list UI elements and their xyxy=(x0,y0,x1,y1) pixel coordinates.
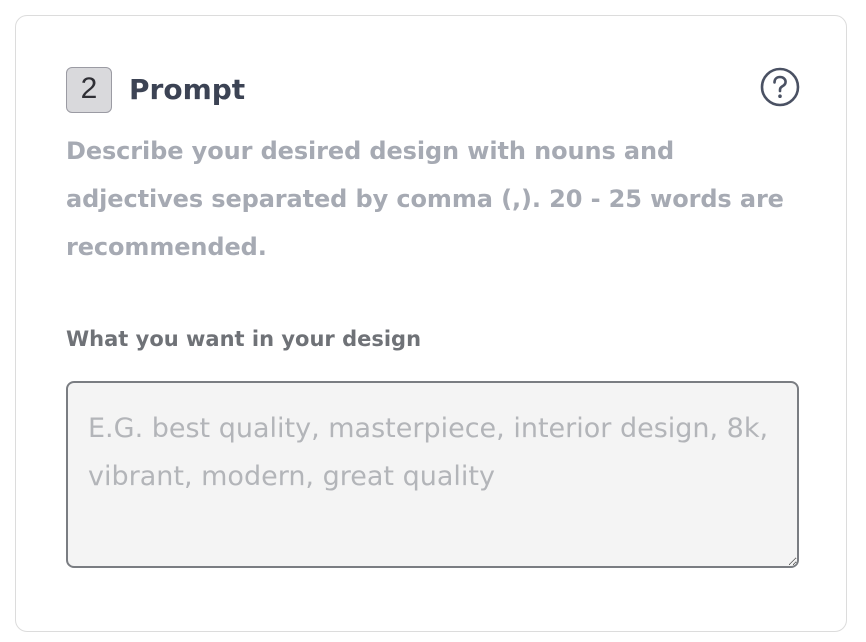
step-number-badge: 2 xyxy=(66,67,112,113)
question-circle-icon[interactable] xyxy=(760,67,800,107)
prompt-card: 2 Prompt Describe your desired design wi… xyxy=(15,15,847,632)
prompt-textarea[interactable] xyxy=(66,381,799,568)
prompt-description: Describe your desired design with nouns … xyxy=(66,137,784,261)
section-title: Prompt xyxy=(129,73,246,106)
prompt-field-label: What you want in your design xyxy=(66,327,422,351)
prompt-header: 2 Prompt xyxy=(66,67,800,113)
